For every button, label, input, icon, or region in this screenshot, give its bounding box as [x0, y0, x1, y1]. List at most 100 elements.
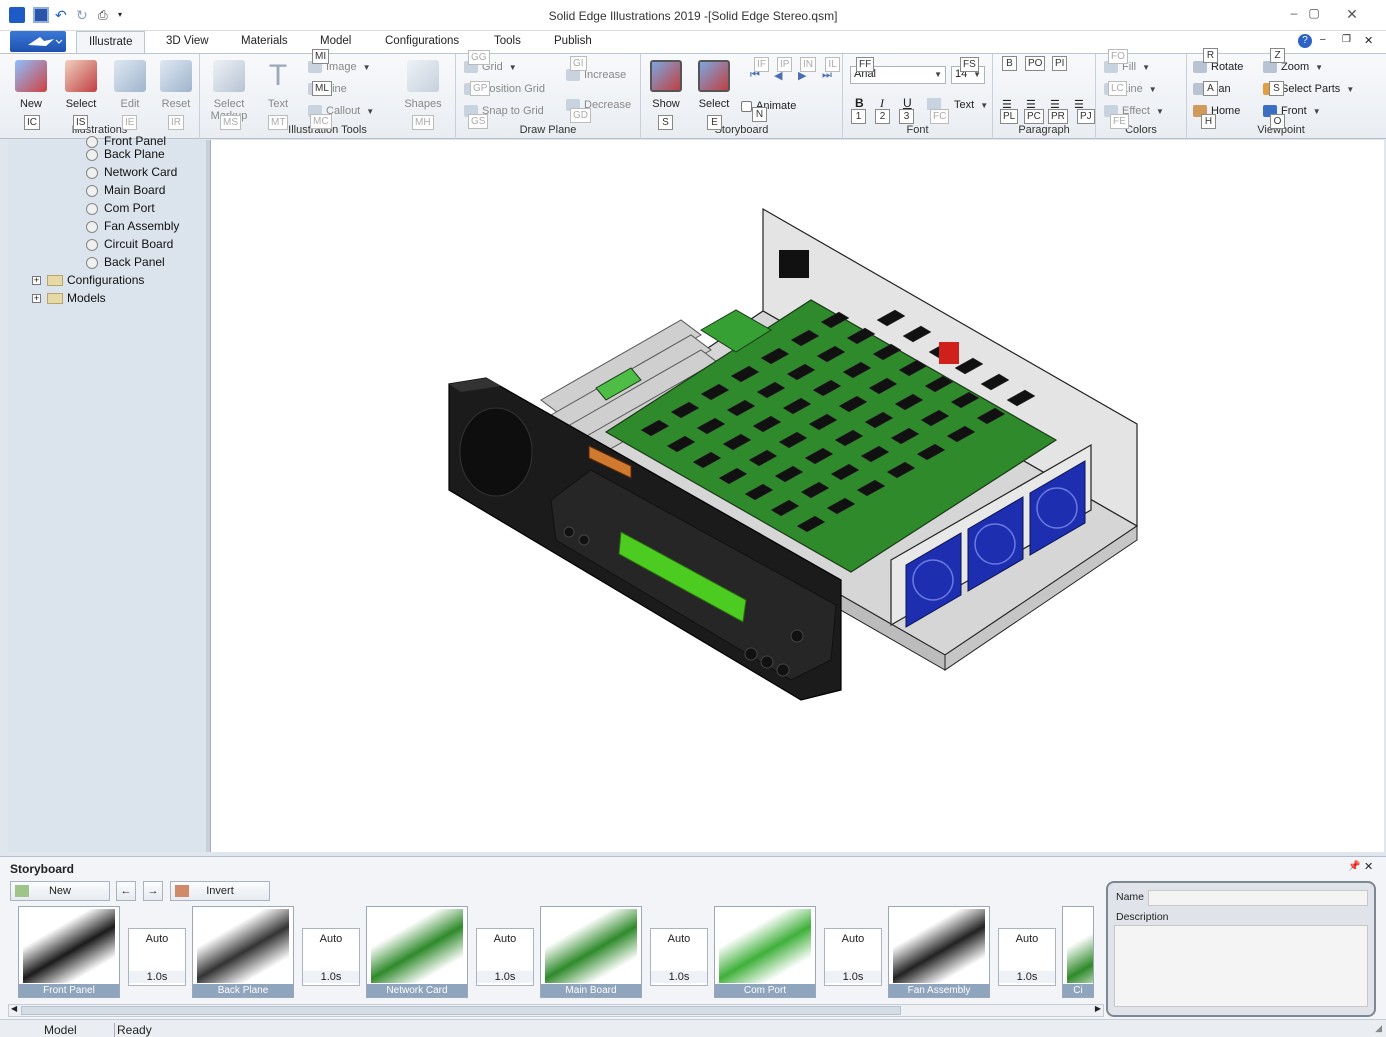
- tree-item-com-port[interactable]: Com Port: [86, 199, 155, 217]
- storyboard-frame[interactable]: Fan Assembly: [888, 906, 990, 998]
- transition-mode: Auto: [319, 933, 343, 945]
- underline-icon[interactable]: U: [903, 96, 912, 110]
- storyboard-title: Storyboard: [10, 862, 75, 876]
- frame-thumbnail: [893, 909, 985, 983]
- pin-icon[interactable]: 📌: [1348, 861, 1360, 872]
- select-storyboard-button[interactable]: Select: [691, 60, 737, 110]
- bold-icon[interactable]: B: [855, 96, 864, 110]
- arrow-right-icon: →: [147, 885, 159, 897]
- shapes-button[interactable]: Shapes: [400, 60, 446, 110]
- keytip-ip: IP: [777, 57, 793, 72]
- expand-icon[interactable]: +: [32, 276, 41, 286]
- edit-illustration-button[interactable]: Edit: [107, 60, 153, 110]
- group-label-paragraph: Paragraph: [1018, 124, 1070, 136]
- tab-model[interactable]: Model: [320, 35, 351, 47]
- reset-illustration-button[interactable]: Reset: [153, 60, 199, 110]
- ribbon-restore-icon[interactable]: ❐: [1342, 34, 1356, 48]
- tree-item-circuit-board[interactable]: Circuit Board: [86, 235, 173, 253]
- keytip-po: PO: [1025, 56, 1046, 71]
- tab-tools[interactable]: Tools: [494, 35, 521, 47]
- frame-transition[interactable]: Auto 1.0s: [998, 928, 1056, 986]
- transition-mode: Auto: [1015, 933, 1039, 945]
- keytip-pr: PR: [1048, 109, 1068, 124]
- select-markup-button[interactable]: Select Markup: [206, 60, 252, 122]
- window-title: Solid Edge Illustrations 2019 -[Solid Ed…: [548, 9, 838, 23]
- animate-checkbox[interactable]: Animate: [741, 98, 796, 114]
- tab-materials[interactable]: Materials: [241, 35, 288, 47]
- keytip-gd: GD: [570, 108, 591, 123]
- storyboard-frame[interactable]: Ci: [1062, 906, 1094, 998]
- transition-mode: Auto: [145, 933, 169, 945]
- tree-item-back-panel[interactable]: Back Panel: [86, 253, 165, 271]
- scroll-left-icon[interactable]: ◀: [11, 1004, 17, 1013]
- keytip-ie: IE: [122, 115, 138, 130]
- keytip-mt: MT: [268, 115, 289, 130]
- maximize-button[interactable]: ▢: [1302, 6, 1326, 24]
- 3d-viewport[interactable]: [210, 140, 1384, 852]
- storyboard-frame[interactable]: Com Port: [714, 906, 816, 998]
- keytip-b3: 3: [899, 109, 914, 124]
- frame-transition[interactable]: Auto 1.0s: [650, 928, 708, 986]
- tab-configurations[interactable]: Configurations: [385, 35, 459, 47]
- storyboard-scrollbar[interactable]: ◀ ▶: [8, 1004, 1104, 1017]
- help-icon[interactable]: ?: [1298, 34, 1312, 48]
- tree-item-back-plane[interactable]: Back Plane: [86, 145, 165, 163]
- close-button[interactable]: ✕: [1340, 6, 1364, 24]
- ribbon-close-icon[interactable]: ✕: [1364, 34, 1378, 48]
- keytip-ir: IR: [168, 115, 184, 130]
- tree-item-network-card[interactable]: Network Card: [86, 163, 177, 181]
- storyboard-frame[interactable]: Network Card: [366, 906, 468, 998]
- show-storyboard-icon: [650, 60, 682, 92]
- keytip-s: S: [658, 115, 673, 130]
- storyboard-frame[interactable]: Front Panel: [18, 906, 120, 998]
- frame-transition[interactable]: Auto 1.0s: [824, 928, 882, 986]
- rotate-button[interactable]: Rotate: [1193, 59, 1243, 75]
- tab-illustrate[interactable]: Illustrate: [76, 31, 146, 54]
- frame-transition[interactable]: Auto 1.0s: [476, 928, 534, 986]
- tree-item-main-board[interactable]: Main Board: [86, 181, 165, 199]
- tree-item-fan-assembly[interactable]: Fan Assembly: [86, 217, 179, 235]
- transition-duration: 1.0s: [477, 971, 533, 983]
- transition-duration: 1.0s: [651, 971, 707, 983]
- status-mode: Model: [44, 1023, 77, 1037]
- keytip-e: E: [707, 115, 722, 130]
- frame-transition[interactable]: Auto 1.0s: [128, 928, 186, 986]
- tree-folder-configurations[interactable]: + Configurations: [32, 271, 144, 289]
- scrollbar-thumb[interactable]: [21, 1006, 901, 1015]
- name-field[interactable]: [1148, 890, 1368, 906]
- move-left-button[interactable]: ←: [116, 881, 136, 901]
- new-frame-icon: [15, 885, 29, 897]
- invert-button[interactable]: Invert: [170, 881, 270, 901]
- tab-3d-view[interactable]: 3D View: [166, 35, 209, 47]
- checkbox-icon: [741, 100, 752, 112]
- frame-properties: Name Description: [1106, 881, 1376, 1017]
- show-storyboard-button[interactable]: Show: [643, 60, 689, 110]
- application-menu-button[interactable]: [10, 31, 66, 52]
- group-draw-plane: Grid ▼ Position Grid Snap to Grid Increas…: [456, 50, 641, 139]
- move-right-button[interactable]: →: [143, 881, 163, 901]
- resize-grip-icon[interactable]: ◢: [1375, 1023, 1382, 1034]
- storyboard-frame[interactable]: Back Plane: [192, 906, 294, 998]
- tree-folder-models[interactable]: + Models: [32, 289, 106, 307]
- description-field[interactable]: [1114, 925, 1368, 1007]
- select-illustration-button[interactable]: Select: [58, 60, 104, 110]
- reset-illustration-icon: [160, 60, 192, 92]
- tab-publish[interactable]: Publish: [554, 35, 592, 47]
- keytip-r: R: [1203, 48, 1218, 63]
- frame-thumbnail: [23, 909, 115, 983]
- new-frame-button[interactable]: New: [10, 881, 110, 901]
- frame-transition[interactable]: Auto 1.0s: [302, 928, 360, 986]
- transition-duration: 1.0s: [303, 971, 359, 983]
- close-panel-icon[interactable]: ✕: [1364, 860, 1373, 873]
- text-options-button[interactable]: Text ▼: [954, 97, 988, 113]
- storyboard-frame[interactable]: Main Board: [540, 906, 642, 998]
- expand-icon[interactable]: +: [32, 294, 41, 304]
- text-tool-button[interactable]: T Text: [255, 60, 301, 111]
- scroll-right-icon[interactable]: ▶: [1095, 1004, 1101, 1013]
- ribbon-minimize-icon[interactable]: –: [1320, 34, 1334, 48]
- transition-mode: Auto: [841, 933, 865, 945]
- illustration-icon: [86, 220, 98, 233]
- status-bar: Model Ready ◢: [0, 1019, 1386, 1037]
- title-bar: ↶ ↻ ⎙ ▾ Solid Edge Illustrations 2019 -[…: [0, 0, 1386, 31]
- new-illustration-button[interactable]: New: [8, 60, 54, 110]
